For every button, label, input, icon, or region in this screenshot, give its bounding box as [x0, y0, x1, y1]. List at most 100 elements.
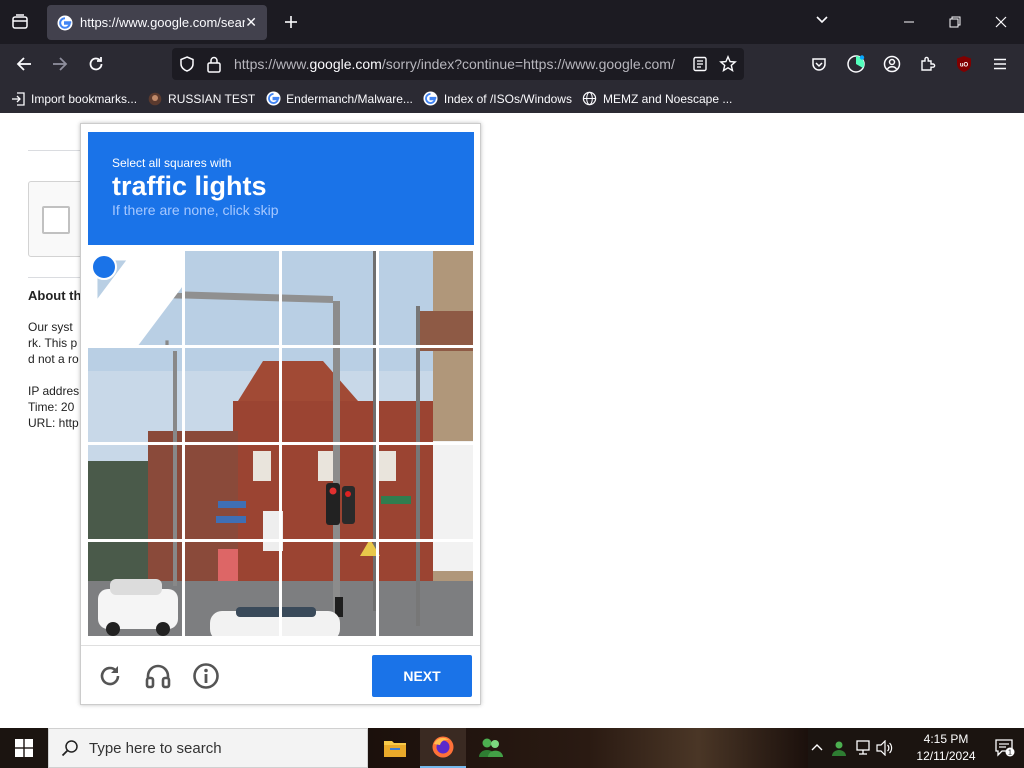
tile-image	[379, 348, 473, 442]
captcha-tile[interactable]	[379, 542, 473, 636]
help-button[interactable]	[191, 661, 221, 691]
captcha-challenge-dialog: Select all squares with traffic lights I…	[80, 123, 481, 705]
captcha-tile[interactable]	[88, 348, 182, 442]
folder-icon	[384, 741, 406, 757]
address-bar[interactable]: https://www.google.com/sorry/index?conti…	[172, 48, 744, 80]
network-status[interactable]	[854, 739, 872, 757]
taskbar-firefox[interactable]	[420, 728, 466, 768]
restore-icon	[949, 16, 961, 28]
app-menu-button[interactable]	[986, 50, 1014, 78]
tile-image	[282, 445, 376, 539]
close-tab-icon[interactable]: ✕	[245, 14, 257, 31]
tab-title: https://www.google.com/search?q=	[80, 15, 245, 30]
google-g-icon	[57, 15, 73, 30]
tile-image	[185, 542, 279, 636]
restore-button[interactable]	[943, 10, 967, 34]
captcha-tile[interactable]	[282, 542, 376, 636]
captcha-tile[interactable]	[185, 348, 279, 442]
recaptcha-widget	[28, 181, 88, 257]
captcha-tile[interactable]	[88, 542, 182, 636]
bookmark-label: Import bookmarks...	[31, 91, 138, 106]
tile-image	[282, 251, 376, 345]
windows-logo-icon	[15, 739, 33, 757]
captcha-tile[interactable]	[88, 445, 182, 539]
clock-time: 4:15 PM	[923, 732, 969, 746]
captcha-instruction: Select all squares with	[112, 156, 232, 170]
list-all-tabs-button[interactable]	[6, 8, 34, 36]
back-button[interactable]	[10, 50, 38, 78]
reload-challenge-button[interactable]	[95, 661, 125, 691]
reload-button[interactable]	[82, 50, 110, 78]
taskbar-file-explorer[interactable]	[372, 728, 418, 768]
tile-image	[282, 348, 376, 442]
bookmark-import[interactable]: Import bookmarks...	[10, 91, 137, 107]
svg-text:uO: uO	[960, 63, 969, 69]
pocket-button[interactable]	[805, 50, 833, 78]
ublock-shield-icon: uO	[957, 56, 971, 72]
search-placeholder: Type here to search	[89, 739, 222, 757]
shield-icon[interactable]	[178, 55, 196, 73]
captcha-tile[interactable]	[185, 445, 279, 539]
taskbar-app-green-users[interactable]	[468, 728, 514, 768]
users-icon	[479, 738, 503, 757]
puzzle-icon	[921, 56, 936, 71]
next-button[interactable]: NEXT	[372, 655, 472, 697]
url-path: /sorry/index?continue=https://www.google…	[381, 56, 675, 72]
tile-image	[88, 445, 182, 539]
page-text-line: Time: 20	[28, 400, 75, 414]
audio-challenge-button[interactable]	[143, 661, 173, 691]
windows-taskbar: Type here to search 4:15 PM 12/11/2024 1	[0, 728, 1024, 768]
captcha-tile[interactable]	[185, 251, 279, 345]
close-window-button[interactable]	[989, 10, 1013, 34]
lock-icon[interactable]	[206, 55, 222, 73]
captcha-image-grid	[88, 251, 474, 637]
ublock-button[interactable]: uO	[950, 50, 978, 78]
tile-image	[185, 445, 279, 539]
captcha-tile[interactable]	[379, 251, 473, 345]
notification-icon: 1	[995, 739, 1015, 757]
captcha-tile[interactable]	[282, 445, 376, 539]
show-hidden-icons-button[interactable]	[808, 739, 826, 757]
divider	[28, 150, 88, 151]
account-button[interactable]	[878, 50, 906, 78]
close-icon	[995, 16, 1007, 28]
bookmark-index-isos[interactable]: Index of /ISOs/Windows	[423, 91, 572, 107]
new-tab-button[interactable]	[278, 9, 304, 35]
reader-view-icon[interactable]	[692, 56, 708, 72]
captcha-tile[interactable]	[185, 542, 279, 636]
minimize-button[interactable]	[897, 10, 921, 34]
captcha-tile[interactable]	[379, 445, 473, 539]
pocket-icon	[812, 58, 826, 71]
tab-bar: https://www.google.com/search?q= ✕	[0, 0, 1024, 44]
tile-image	[379, 251, 473, 345]
bookmark-memz[interactable]: MEMZ and Noescape ...	[582, 91, 732, 107]
action-center-button[interactable]: 1	[994, 739, 1016, 757]
import-icon	[10, 91, 26, 107]
captcha-tile[interactable]	[282, 348, 376, 442]
taskbar-search-box[interactable]: Type here to search	[48, 728, 368, 768]
tab-overflow-chevron[interactable]	[814, 12, 830, 33]
taskbar-clock[interactable]: 4:15 PM 12/11/2024	[908, 731, 984, 765]
bookmark-russian-test[interactable]: RUSSIAN TEST	[147, 91, 255, 107]
google-g-icon	[265, 91, 281, 107]
network-icon	[856, 740, 870, 755]
divider	[28, 277, 88, 278]
extensions-button[interactable]	[914, 50, 942, 78]
bookmark-star-icon[interactable]	[719, 55, 737, 73]
extension-timer-button[interactable]	[842, 50, 870, 78]
captcha-tile[interactable]	[282, 251, 376, 345]
bookmarks-toolbar: Import bookmarks... RUSSIAN TEST Enderma…	[0, 84, 1024, 113]
bookmark-endermanch-malware[interactable]: Endermanch/Malware...	[265, 91, 413, 107]
url-text[interactable]: https://www.google.com/sorry/index?conti…	[234, 56, 686, 72]
recaptcha-checkbox[interactable]	[42, 206, 70, 234]
volume-control[interactable]	[876, 739, 894, 757]
forward-button[interactable]	[46, 50, 74, 78]
captcha-tile[interactable]	[88, 251, 182, 345]
start-button[interactable]	[0, 728, 48, 768]
users-icon	[832, 741, 846, 756]
minimize-icon	[904, 21, 914, 23]
captcha-tile[interactable]	[379, 348, 473, 442]
bookmark-label: Endermanch/Malware...	[286, 91, 413, 106]
tab-google-search[interactable]: https://www.google.com/search?q= ✕	[47, 5, 267, 40]
tray-users-app[interactable]	[830, 739, 848, 757]
